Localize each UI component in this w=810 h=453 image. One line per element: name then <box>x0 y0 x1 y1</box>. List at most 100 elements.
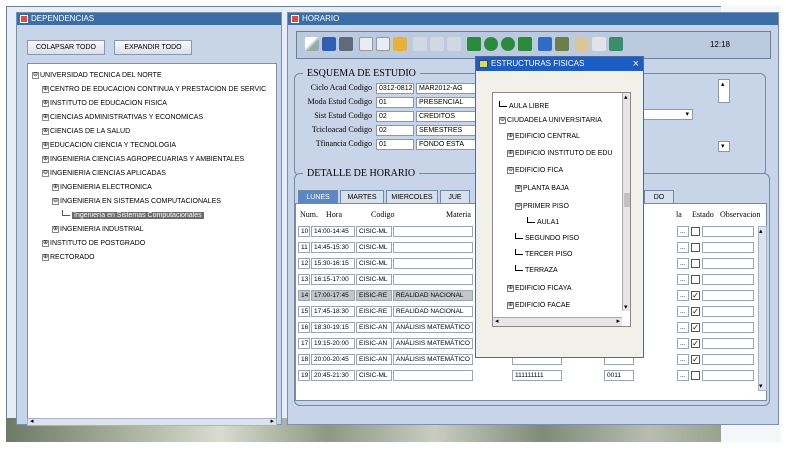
tree-node[interactable]: ⊖ INGENIERIA CIENCIAS APLICADAS <box>42 168 166 179</box>
cell-codigo[interactable]: CISIC-ML <box>356 242 392 253</box>
scroll-right-icon[interactable]: ▸ <box>616 317 620 325</box>
lookup-button[interactable]: ... <box>677 306 689 317</box>
tab-domingo[interactable]: DO <box>644 190 674 203</box>
lookup-button[interactable]: ... <box>677 338 689 349</box>
esquema-value-input[interactable]: PRESENCIAL <box>416 97 476 108</box>
cell-materia[interactable] <box>393 370 473 381</box>
cell-codigo[interactable]: CISIC-ML <box>356 258 392 269</box>
estado-checkbox[interactable] <box>691 275 700 284</box>
structure-node[interactable]: ⊕ EDIFICIO INSTITUTO DE EDU <box>507 148 613 159</box>
structure-node[interactable]: ⊕ PLANTA BAJA <box>515 183 569 194</box>
structure-node[interactable]: ⊖ CIUDADELA UNIVERSITARIA <box>499 115 602 126</box>
close-icon[interactable]: × <box>633 57 639 71</box>
cell-num[interactable]: 17 <box>298 338 310 349</box>
cell-codigo[interactable]: CISIC-ML <box>356 226 392 237</box>
cell-hora[interactable]: 17:45-18:30 <box>311 306 355 317</box>
cell-observacion[interactable] <box>702 290 754 301</box>
esquema-code-input[interactable]: 01 <box>376 97 414 108</box>
tab-jueves[interactable]: JUE <box>440 190 470 203</box>
estado-checkbox[interactable] <box>691 371 700 380</box>
cell-codigo[interactable]: EISIC-RE <box>356 290 392 301</box>
cell-materia[interactable] <box>393 226 473 237</box>
cell-num[interactable]: 19 <box>298 370 310 381</box>
copy-icon[interactable] <box>359 37 373 51</box>
cell-observacion[interactable] <box>702 226 754 237</box>
estado-checkbox[interactable]: ✓ <box>691 355 700 364</box>
check-icon[interactable] <box>592 37 606 51</box>
scroll-up-icon[interactable]: ▴ <box>759 227 763 235</box>
lookup-button[interactable]: ... <box>677 290 689 301</box>
cell-codigo[interactable]: CISIC-ML <box>356 274 392 285</box>
tree-node[interactable]: ⊖ INGENIERIA EN SISTEMAS COMPUTACIONALES <box>52 196 221 207</box>
cell-codigo[interactable]: EISIC-AN <box>356 338 392 349</box>
cell-codigo[interactable]: EISIC-RE <box>356 306 392 317</box>
cell-observacion[interactable] <box>702 370 754 381</box>
tree-node[interactable]: ⊕ CENTRO DE EDUCACION CONTINUA Y PRESTACI… <box>42 84 266 95</box>
cell-hora[interactable]: 17:00-17:45 <box>311 290 355 301</box>
esquema-value-input[interactable]: MAR2012-AG <box>416 83 476 94</box>
expand-node-icon[interactable]: ⊕ <box>507 301 514 309</box>
expand-node-icon[interactable]: ⊕ <box>507 132 514 140</box>
cell-num[interactable]: 16 <box>298 322 310 333</box>
estructuras-tree[interactable]: AULA LIBRE ⊖ CIUDADELA UNIVERSITARIA ⊕ EDIFI… <box>492 92 631 327</box>
chevron-down-icon[interactable]: ▾ <box>685 110 689 119</box>
expand-node-icon[interactable]: ⊕ <box>507 284 514 292</box>
tree-node[interactable]: ⊕ CIENCIAS ADMINISTRATIVAS Y ECONOMICAS <box>42 112 203 123</box>
cell-materia[interactable]: ANÁLISIS MATEMÁTICO <box>393 322 473 333</box>
cell-num[interactable]: 15 <box>298 306 310 317</box>
expand-node-icon[interactable]: ⊕ <box>52 183 59 191</box>
lookup-button[interactable]: ... <box>677 242 689 253</box>
grid-vertical-scrollbar[interactable]: ▴ ▾ <box>758 226 767 391</box>
scroll-up-icon[interactable]: ▴ <box>624 93 628 101</box>
anchor-icon[interactable] <box>575 37 589 51</box>
estructuras-horizontal-scrollbar[interactable]: ◂ ▸ <box>493 317 622 326</box>
expand-node-icon[interactable]: ⊕ <box>42 155 49 163</box>
cell-materia[interactable]: ANÁLISIS MATEMÁTICO <box>393 354 473 365</box>
tree-node[interactable]: ⊕ INSTITUTO DE POSTGRADO <box>42 238 145 249</box>
cell-materia[interactable] <box>393 258 473 269</box>
esquema-code-input[interactable]: 0312-0812 <box>376 83 414 94</box>
cell-num[interactable]: 11 <box>298 242 310 253</box>
expand-node-icon[interactable]: ⊕ <box>42 99 49 107</box>
tree-horizontal-scrollbar[interactable]: ◂ ▸ <box>27 418 277 426</box>
expand-node-icon[interactable]: ⊕ <box>515 184 522 192</box>
structure-node[interactable]: ⊖ EDIFICIO FICA <box>507 165 563 176</box>
structure-node[interactable]: TERCER PISO <box>515 249 572 260</box>
estado-checkbox[interactable]: ✓ <box>691 339 700 348</box>
structure-node[interactable]: AULA LIBRE <box>499 101 549 112</box>
cell-num[interactable]: 18 <box>298 354 310 365</box>
cell-hora[interactable]: 16:15-17:00 <box>311 274 355 285</box>
lookup-button[interactable]: ... <box>677 258 689 269</box>
scroll-right-icon[interactable]: ▸ <box>270 417 274 425</box>
duplicate-row-icon[interactable] <box>447 37 461 51</box>
scroll-thumb[interactable] <box>624 193 630 207</box>
collapse-all-button[interactable]: COLAPSAR TODO <box>27 40 105 55</box>
cell-hora[interactable]: 20:45-21:30 <box>311 370 355 381</box>
estado-checkbox[interactable]: ✓ <box>691 307 700 316</box>
horario-title-bar[interactable]: HORARIO <box>288 13 778 25</box>
collapse-node-icon[interactable]: ⊖ <box>52 197 59 205</box>
structure-node[interactable]: ⊖ PRIMER PISO <box>515 201 569 212</box>
cell-hora[interactable]: 15:30-16:15 <box>311 258 355 269</box>
tab-martes[interactable]: MARTES <box>340 190 384 203</box>
cell-extra[interactable]: 111111111 <box>512 370 562 381</box>
esquema-code-input[interactable]: 02 <box>376 125 414 136</box>
expand-node-icon[interactable]: ⊕ <box>42 239 49 247</box>
esquema-code-input[interactable]: 01 <box>376 139 414 150</box>
next-record-icon[interactable] <box>501 37 515 51</box>
cell-materia[interactable] <box>393 242 473 253</box>
last-record-icon[interactable] <box>518 37 532 51</box>
cell-hora[interactable]: 14:00-14:45 <box>311 226 355 237</box>
dependencias-title-bar[interactable]: DEPENDENCIAS <box>17 13 281 25</box>
structures-icon[interactable] <box>555 37 569 51</box>
lookup-button[interactable]: ... <box>677 226 689 237</box>
cell-num[interactable]: 14 <box>298 290 310 301</box>
scroll-left-icon[interactable]: ◂ <box>30 417 34 425</box>
cell-num[interactable]: 13 <box>298 274 310 285</box>
esquema-value-input[interactable]: FONDO ESTA <box>416 139 476 150</box>
tree-node[interactable]: ⊕ INGENIERIA CIENCIAS AGROPECUARIAS Y AMB… <box>42 154 244 165</box>
scroll-down-icon[interactable]: ▾ <box>759 382 763 390</box>
estructuras-title-bar[interactable]: ESTRUCTURAS FISICAS × <box>476 57 643 71</box>
expand-node-icon[interactable]: ⊕ <box>42 141 49 149</box>
cell-hora[interactable]: 18:30-19:15 <box>311 322 355 333</box>
